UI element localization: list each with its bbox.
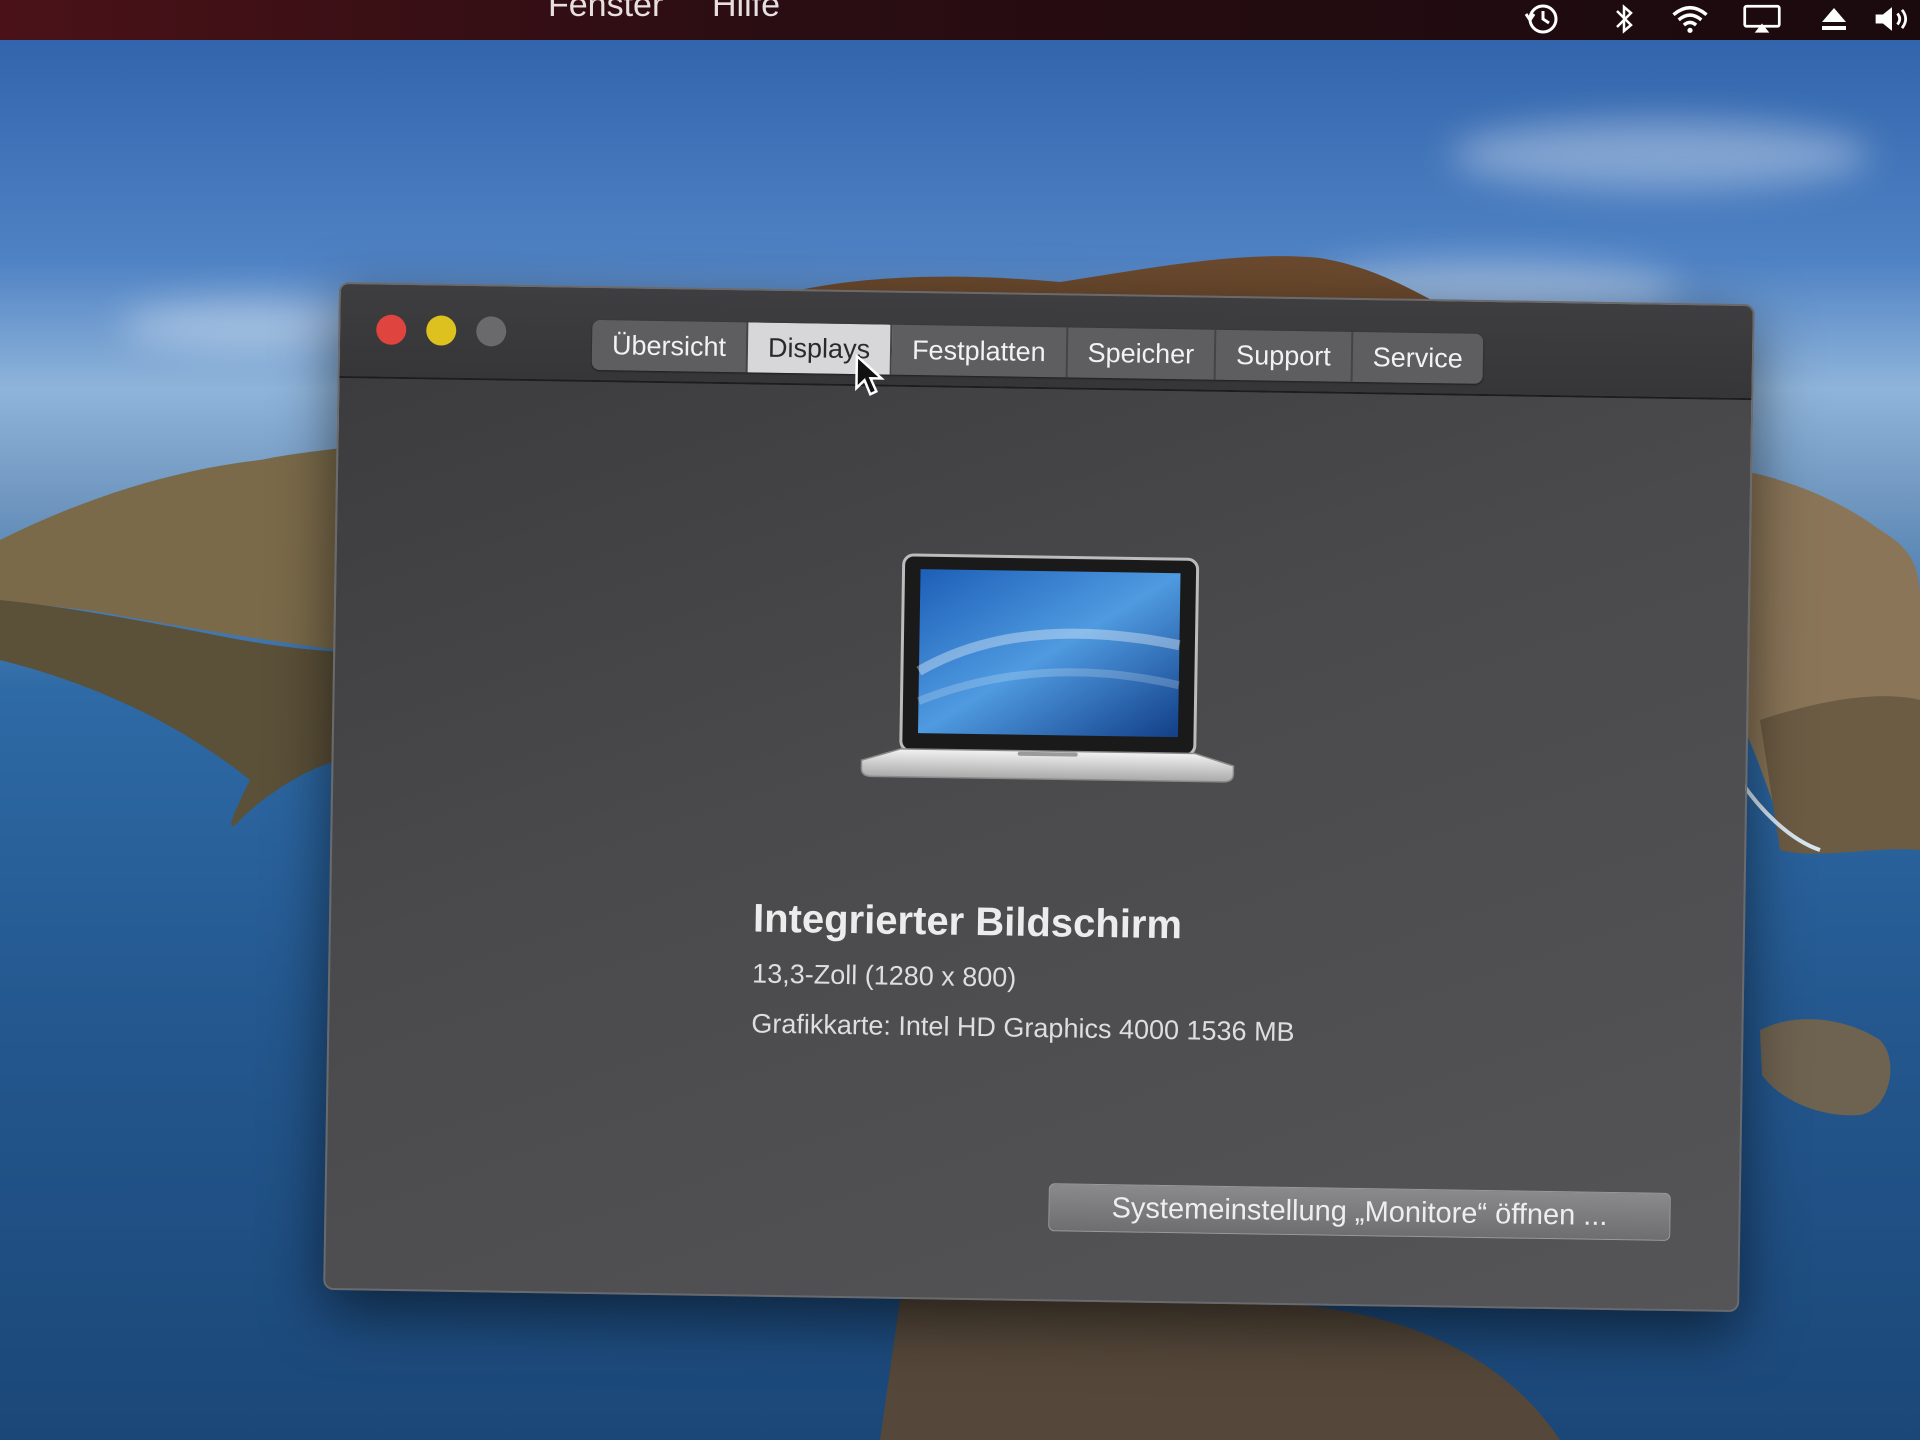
zoom-button — [476, 316, 507, 347]
eject-icon[interactable] — [1814, 2, 1854, 36]
tab-service[interactable]: Service — [1352, 332, 1483, 384]
tab-festplatten[interactable]: Festplatten — [891, 324, 1069, 378]
mouse-cursor-icon — [855, 354, 885, 397]
wifi-icon[interactable] — [1670, 2, 1710, 36]
airplay-icon[interactable] — [1742, 2, 1782, 36]
tab-support[interactable]: Support — [1215, 329, 1354, 382]
display-size: 13,3-Zoll (1280 x 800) — [751, 958, 1017, 993]
tab-bar: Übersicht Displays Festplatten Speicher … — [591, 319, 1484, 384]
close-button[interactable] — [376, 314, 407, 346]
graphics-card-info: Grafikkarte: Intel HD Graphics 4000 1536… — [751, 1008, 1295, 1048]
minimize-button[interactable] — [426, 315, 457, 346]
menu-bar: Fenster Hilfe — [0, 0, 1920, 40]
tab-uebersicht[interactable]: Übersicht — [591, 319, 749, 373]
about-this-mac-window: Übersicht Displays Festplatten Speicher … — [323, 281, 1755, 1313]
menu-item-fenster[interactable]: Fenster — [548, 0, 663, 25]
tab-speicher[interactable]: Speicher — [1067, 327, 1217, 380]
display-title: Integrierter Bildschirm — [752, 896, 1183, 948]
volume-icon[interactable] — [1872, 2, 1912, 36]
window-titlebar: Übersicht Displays Festplatten Speicher … — [339, 283, 1753, 401]
menu-item-hilfe[interactable]: Hilfe — [712, 0, 780, 25]
time-machine-icon[interactable] — [1522, 2, 1562, 36]
bluetooth-icon[interactable] — [1604, 2, 1644, 36]
open-monitors-preferences-button[interactable]: Systemeinstellung „Monitore“ öffnen ... — [1048, 1183, 1671, 1241]
macbook-pro-icon — [860, 553, 1235, 783]
